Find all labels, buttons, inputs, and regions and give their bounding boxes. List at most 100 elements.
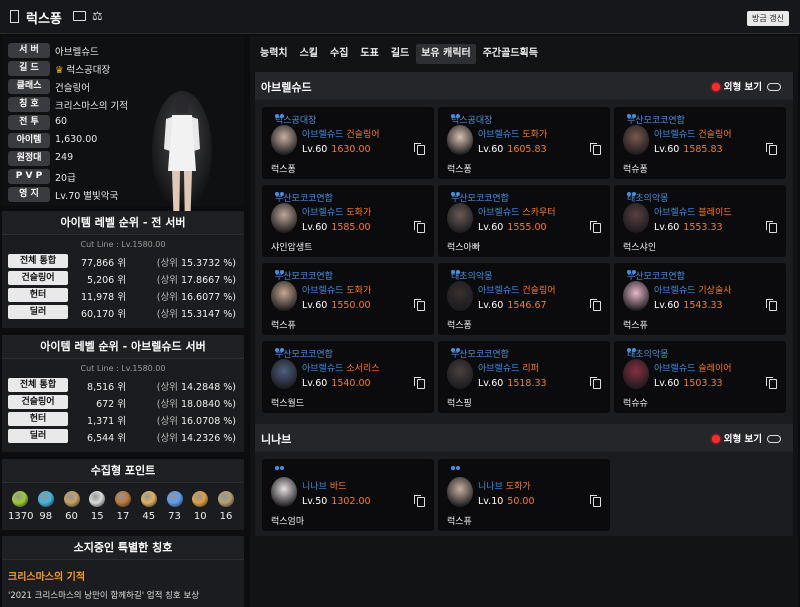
rank-server-cutline: Cut Line : Lv.1580.00 bbox=[80, 364, 166, 373]
character-card[interactable]: 부산모코코연합 아브렐슈드 소서리스 Lv.60 1540.00 럭스월드 bbox=[262, 341, 434, 413]
level-text: Lv.60 bbox=[654, 222, 680, 233]
guild-icon bbox=[451, 114, 461, 122]
character-card[interactable]: - 니나브 바드 Lv.50 1302.00 럭스엄마 bbox=[262, 459, 434, 531]
rank-value: 1,371 위 bbox=[87, 416, 126, 427]
collection-item[interactable]: 16 bbox=[214, 491, 238, 522]
collection-item[interactable]: 1370 bbox=[8, 491, 33, 522]
character-card[interactable]: 부산모코코연합 아브렐슈드 기상술사 Lv.60 1543.33 럭스퓨 bbox=[614, 263, 786, 335]
item-level: 1555.00 bbox=[507, 222, 547, 233]
toggle-icon bbox=[767, 435, 781, 443]
profile-value: Lv.70 별빛악국 bbox=[55, 188, 118, 202]
copy-icon[interactable] bbox=[766, 299, 777, 311]
character-name: 럭스월드 bbox=[271, 399, 305, 409]
character-level: Lv.60 1503.33 bbox=[654, 378, 723, 389]
bookmark-icon[interactable] bbox=[10, 10, 19, 23]
tab-2[interactable]: 수집 bbox=[325, 44, 353, 64]
collection-value: 60 bbox=[65, 511, 78, 522]
class-text: 기상술사 bbox=[698, 286, 732, 296]
copy-icon[interactable] bbox=[414, 143, 425, 155]
character-card[interactable]: - 니나브 도화가 Lv.10 50.00 럭스퓨 bbox=[438, 459, 610, 531]
tab-1[interactable]: 스킬 bbox=[295, 44, 323, 64]
character-card[interactable]: 럭스공대장 아브렐슈드 도화가 Lv.60 1605.83 럭스퐁 bbox=[438, 107, 610, 179]
guild-icon bbox=[627, 270, 637, 278]
rank-percent: (상위 16.6077 %) bbox=[157, 289, 236, 303]
class-text: 건슬링어 bbox=[698, 130, 732, 140]
character-card[interactable]: 럭스공대장 아브렐슈드 건슬링어 Lv.60 1630.00 럭스퐁 bbox=[262, 107, 434, 179]
item-level: 1585.00 bbox=[331, 222, 371, 233]
item-level: 1585.83 bbox=[683, 144, 723, 155]
collection-value: 45 bbox=[142, 511, 156, 522]
rank-value: 77,866 위 bbox=[80, 258, 126, 269]
copy-icon[interactable] bbox=[414, 221, 425, 233]
character-card[interactable]: 부산모코코연합 아브렐슈드 도화가 Lv.60 1550.00 럭스퓨 bbox=[262, 263, 434, 335]
profile-value: 크리스마스의 기적 bbox=[55, 98, 128, 112]
character-card[interactable]: 태초의악몽 아브렐슈드 건슬링어 Lv.60 1546.67 럭스퐁 bbox=[438, 263, 610, 335]
character-card[interactable]: 부산모코코연합 아브렐슈드 도화가 Lv.60 1585.00 샤인압생트 bbox=[262, 185, 434, 257]
character-name: 럭스퐁 bbox=[447, 165, 472, 175]
collection-item[interactable]: 17 bbox=[111, 491, 135, 522]
character-portrait bbox=[271, 125, 297, 155]
top-bar: 럭스퐁 ⚖ 방금 갱신 bbox=[0, 0, 800, 34]
character-card[interactable]: 부산모코코연합 아브렐슈드 리퍼 Lv.60 1518.33 럭스핑 bbox=[438, 341, 610, 413]
tab-4[interactable]: 길드 bbox=[386, 44, 414, 64]
character-portrait bbox=[623, 125, 649, 155]
server-name: 아브렐슈드 bbox=[261, 81, 312, 94]
character-portrait bbox=[447, 477, 473, 507]
character-server: 아브렐슈드 건슬링어 bbox=[302, 127, 380, 140]
collection-item[interactable]: 45 bbox=[137, 491, 161, 522]
copy-icon[interactable] bbox=[414, 377, 425, 389]
tab-5[interactable]: 보유 캐릭터 bbox=[416, 44, 476, 64]
server-header: 니나브 외형 보기 bbox=[255, 424, 793, 451]
profile-label: P V P bbox=[8, 169, 50, 184]
character-name: 럭슈슈 bbox=[623, 399, 648, 409]
scale-icon[interactable]: ⚖ bbox=[92, 9, 103, 23]
rank-row: 전체 통합 8,516 위 (상위 14.2848 %) bbox=[2, 377, 244, 394]
collection-value: 17 bbox=[116, 511, 130, 522]
tab-0[interactable]: 능력치 bbox=[255, 44, 293, 64]
profile-value-text: 건슬링어 bbox=[55, 83, 90, 94]
copy-icon[interactable] bbox=[590, 377, 601, 389]
tab-3[interactable]: 도표 bbox=[355, 44, 383, 64]
profile-label: 길 드 bbox=[8, 61, 50, 76]
profile-value-text: 1,630.00 bbox=[55, 134, 98, 145]
copy-icon[interactable] bbox=[590, 495, 601, 507]
collection-item[interactable]: 15 bbox=[85, 491, 109, 522]
server-text: 아브렐슈드 bbox=[478, 286, 520, 296]
copy-icon[interactable] bbox=[414, 299, 425, 311]
character-server: 아브렐슈드 리퍼 bbox=[478, 361, 539, 374]
collection-value: 73 bbox=[168, 511, 181, 522]
class-text: 슬레이어 bbox=[698, 364, 732, 374]
character-card[interactable]: 부산모코코연합 아브렐슈드 건슬링어 Lv.60 1585.83 럭슈퐁 bbox=[614, 107, 786, 179]
copy-icon[interactable] bbox=[414, 495, 425, 507]
character-card[interactable]: 태초의악몽 아브렐슈드 블레이드 Lv.60 1553.33 럭스샤인 bbox=[614, 185, 786, 257]
collection-item[interactable]: 60 bbox=[60, 491, 84, 522]
item-level: 1605.83 bbox=[507, 144, 547, 155]
tab-6[interactable]: 주간골드획득 bbox=[478, 44, 543, 64]
collection-item[interactable]: 98 bbox=[34, 491, 58, 522]
character-server: 아브렐슈드 건슬링어 bbox=[478, 283, 556, 296]
look-toggle[interactable]: 외형 보기 bbox=[711, 431, 781, 445]
look-toggle[interactable]: 외형 보기 bbox=[711, 79, 781, 93]
copy-icon[interactable] bbox=[766, 143, 777, 155]
collection-item[interactable]: 10 bbox=[188, 491, 212, 522]
server-text: 아브렐슈드 bbox=[654, 286, 696, 296]
copy-icon[interactable] bbox=[590, 299, 601, 311]
character-card[interactable]: 태초의악몽 아브렐슈드 슬레이어 Lv.60 1503.33 럭슈슈 bbox=[614, 341, 786, 413]
ignea-token-icon bbox=[115, 491, 131, 507]
copy-icon[interactable] bbox=[590, 143, 601, 155]
copy-icon[interactable] bbox=[766, 377, 777, 389]
class-text: 도화가 bbox=[522, 130, 548, 140]
copy-icon[interactable] bbox=[590, 221, 601, 233]
server-text: 아브렐슈드 bbox=[478, 208, 520, 218]
refresh-button[interactable]: 방금 갱신 bbox=[747, 11, 789, 26]
rank-percent-value: 16.0708 %) bbox=[180, 416, 236, 427]
guild-icon bbox=[275, 270, 285, 278]
copy-icon[interactable] bbox=[766, 221, 777, 233]
guild-label: - bbox=[275, 465, 284, 475]
id-card-icon[interactable] bbox=[73, 11, 86, 21]
guild-icon bbox=[451, 270, 461, 278]
character-server: 아브렐슈드 도화가 bbox=[478, 127, 547, 140]
character-card[interactable]: 부산모코코연합 아브렐슈드 스카우터 Lv.60 1555.00 럭스아빠 bbox=[438, 185, 610, 257]
collection-item[interactable]: 73 bbox=[163, 491, 187, 522]
server-text: 아브렐슈드 bbox=[654, 130, 696, 140]
